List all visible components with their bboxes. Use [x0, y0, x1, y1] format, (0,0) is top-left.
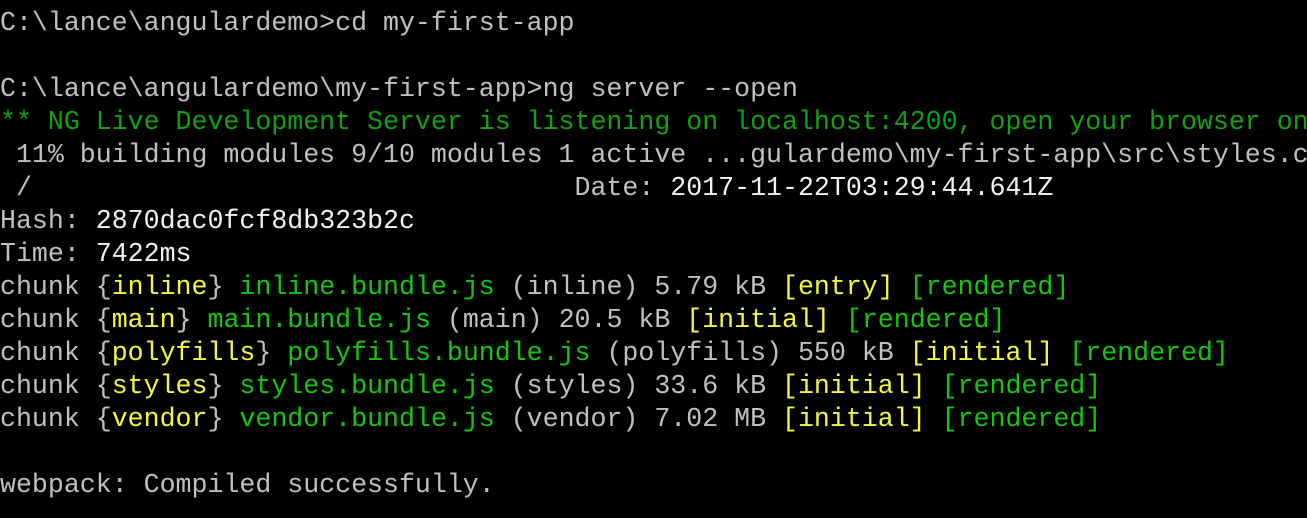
terminal-line: C:\lance\angulardemo>cd my-first-app [0, 7, 1307, 40]
terminal-text-segment: vendor.bundle.js [239, 404, 495, 434]
terminal-text-segment: [initial] [782, 404, 926, 434]
terminal-text-segment: [rendered] [941, 404, 1102, 434]
terminal-text-segment: styles [111, 371, 208, 401]
terminal-text-segment: ** NG Live Development Server is listeni… [0, 107, 1307, 137]
terminal-text-segment: (inline) 5.79 kB [494, 272, 783, 302]
terminal-text-segment: } [207, 272, 240, 302]
terminal-text-segment: polyfills.bundle.js [287, 338, 591, 368]
terminal-line: Time: 7422ms [0, 238, 1307, 271]
terminal-text-segment: [rendered] [845, 305, 1006, 335]
terminal-line: chunk {polyfills} polyfills.bundle.js (p… [0, 337, 1307, 370]
terminal-line: chunk {inline} inline.bundle.js (inline)… [0, 271, 1307, 304]
terminal-text-segment: vendor [111, 404, 208, 434]
terminal-text-segment: } [207, 371, 240, 401]
terminal-text-segment: (main) 20.5 kB [430, 305, 687, 335]
terminal-text-segment: (polyfills) 550 kB [590, 338, 910, 368]
terminal-line: chunk {vendor} vendor.bundle.js (vendor)… [0, 403, 1307, 436]
terminal-text-segment: [initial] [782, 371, 926, 401]
terminal-text-segment: 2870dac0fcf8db323b2c [95, 206, 415, 236]
terminal-text-segment: [entry] [782, 272, 894, 302]
terminal-line: Hash: 2870dac0fcf8db323b2c [0, 205, 1307, 238]
terminal-text-segment: chunk { [0, 305, 112, 335]
terminal-text-segment: inline [111, 272, 208, 302]
terminal-text-segment: 2017-11-22T03:29:44.641Z [670, 173, 1054, 203]
terminal-text-segment: main [111, 305, 176, 335]
terminal-text-segment: } [255, 338, 288, 368]
terminal-text-segment: } [175, 305, 208, 335]
terminal-text-segment: C:\lance\angulardemo\my-first-app>ng ser… [0, 74, 798, 104]
terminal-text-segment: (vendor) 7.02 MB [494, 404, 783, 434]
terminal-text-segment: webpack: Compiled successfully. [0, 470, 495, 500]
terminal-text-segment: [rendered] [1069, 338, 1229, 368]
terminal-text-segment: [initial] [686, 305, 830, 335]
terminal-text-segment: (styles) 33.6 kB [494, 371, 783, 401]
terminal-text-segment: 7422ms [95, 239, 192, 269]
terminal-text-segment: [rendered] [909, 272, 1070, 302]
terminal-text-segment: / Date: [0, 173, 671, 203]
terminal-line: C:\lance\angulardemo\my-first-app>ng ser… [0, 73, 1307, 106]
terminal-line: ** NG Live Development Server is listeni… [0, 106, 1307, 139]
terminal-text-segment: Hash: [0, 206, 96, 236]
terminal-text-segment: main.bundle.js [207, 305, 431, 335]
terminal-text-segment: chunk { [0, 338, 112, 368]
terminal-text-segment: [initial] [909, 338, 1054, 368]
terminal-line: chunk {main} main.bundle.js (main) 20.5 … [0, 304, 1307, 337]
terminal-text-segment: C:\lance\angulardemo>cd my-first-app [0, 8, 575, 38]
terminal-text-segment: chunk { [0, 371, 112, 401]
terminal-line: / Date: 2017-11-22T03:29:44.641Z [0, 172, 1307, 205]
terminal-line: chunk {styles} styles.bundle.js (styles)… [0, 370, 1307, 403]
terminal-line: webpack: Compiled successfully. [0, 469, 1307, 502]
terminal-output[interactable]: C:\lance\angulardemo>cd my-first-app C:\l… [0, 0, 1307, 502]
terminal-text-segment: polyfills [111, 338, 256, 368]
terminal-line: 11% building modules 9/10 modules 1 acti… [0, 139, 1307, 172]
terminal-text-segment: inline.bundle.js [239, 272, 495, 302]
terminal-text-segment: [rendered] [941, 371, 1102, 401]
terminal-text-segment: } [207, 404, 240, 434]
terminal-text-segment: styles.bundle.js [239, 371, 495, 401]
terminal-text-segment: chunk { [0, 404, 112, 434]
terminal-text-segment: 11% building modules 9/10 modules 1 acti… [0, 140, 1307, 170]
terminal-text-segment: Time: [0, 239, 96, 269]
terminal-text-segment: chunk { [0, 272, 112, 302]
